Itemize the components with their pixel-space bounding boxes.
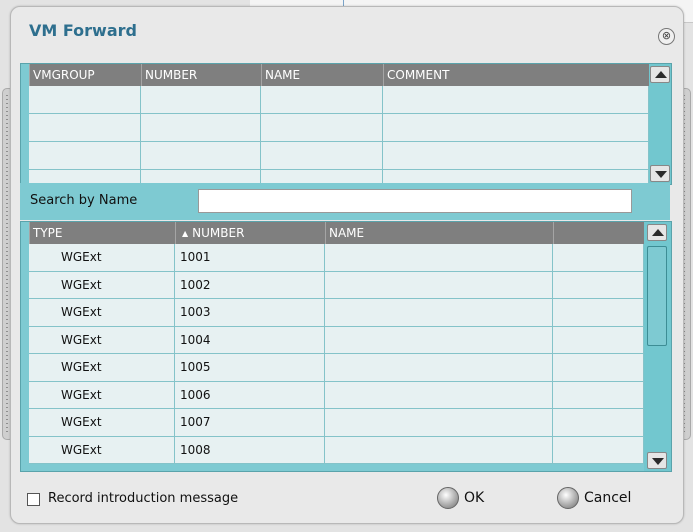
table-row[interactable] <box>29 142 649 170</box>
cancel-button-label: Cancel <box>584 490 632 506</box>
table-cell-extra <box>553 436 644 464</box>
record-intro-label[interactable]: Record introduction message <box>48 491 238 506</box>
close-icon[interactable]: ⊗ <box>658 28 675 45</box>
table-row[interactable]: WGExt 1003 <box>29 299 644 327</box>
extension-grid-scrollbar[interactable] <box>644 222 671 471</box>
column-header-number[interactable]: ▲ NUMBER <box>175 222 325 244</box>
table-cell-extra <box>553 299 644 326</box>
search-by-name-input[interactable] <box>198 189 632 213</box>
table-cell-number: 1005 <box>175 354 325 381</box>
table-cell-number: 1004 <box>175 326 325 354</box>
table-cell-name <box>325 354 553 381</box>
table-cell <box>141 86 261 113</box>
column-header-extra[interactable] <box>553 222 644 244</box>
column-header-number-label: NUMBER <box>192 226 245 240</box>
cancel-orb-icon <box>557 487 579 509</box>
scroll-up-icon[interactable] <box>650 66 670 83</box>
table-row[interactable]: WGExt 1004 <box>29 326 644 354</box>
table-cell-type: WGExt <box>29 381 175 409</box>
table-row[interactable] <box>29 114 649 142</box>
extension-grid: TYPE ▲ NUMBER NAME WGExt 1001 WGExt 1002 WGEx… <box>20 221 672 472</box>
vmgroup-grid: VMGROUP NUMBER NAME COMMENT <box>20 63 672 198</box>
table-cell-type: WGExt <box>29 326 175 354</box>
record-intro-checkbox[interactable] <box>27 493 40 506</box>
column-header-name[interactable]: NAME <box>261 64 383 86</box>
cancel-button[interactable]: Cancel <box>557 484 631 512</box>
column-header-comment[interactable]: COMMENT <box>383 64 649 86</box>
table-cell <box>261 142 383 169</box>
table-cell-name <box>325 299 553 326</box>
search-bar: Search by Name <box>20 183 670 220</box>
table-cell-name <box>325 436 553 464</box>
extension-grid-header: TYPE ▲ NUMBER NAME <box>29 222 644 244</box>
table-row[interactable]: WGExt 1006 <box>29 381 644 409</box>
dialog-title: VM Forward <box>29 21 137 40</box>
scroll-down-icon[interactable] <box>647 452 667 469</box>
table-cell-name <box>325 326 553 354</box>
column-header-vmgroup[interactable]: VMGROUP <box>29 64 141 86</box>
table-cell <box>141 142 261 169</box>
table-cell-name <box>325 244 553 271</box>
table-row[interactable]: WGExt 1005 <box>29 354 644 382</box>
table-cell-extra <box>553 381 644 409</box>
table-cell-number: 1002 <box>175 271 325 299</box>
table-cell-extra <box>553 326 644 354</box>
table-cell-extra <box>553 244 644 271</box>
ok-orb-icon <box>437 487 459 509</box>
column-header-number[interactable]: NUMBER <box>141 64 261 86</box>
scroll-up-icon[interactable] <box>647 224 667 241</box>
table-cell-type: WGExt <box>29 299 175 326</box>
search-by-name-label: Search by Name <box>30 193 138 208</box>
table-row[interactable]: WGExt 1008 <box>29 436 644 464</box>
ok-button[interactable]: OK <box>437 484 484 512</box>
table-cell-name <box>325 409 553 436</box>
table-cell-type: WGExt <box>29 354 175 381</box>
table-cell <box>29 142 141 169</box>
table-cell-number: 1006 <box>175 381 325 409</box>
table-cell-name <box>325 381 553 409</box>
table-cell <box>261 114 383 141</box>
window-shell: VM Forward ⊗ VMGROUP NUMBER NAME COMMENT… <box>0 0 693 532</box>
table-cell <box>383 86 649 113</box>
vmgroup-grid-header: VMGROUP NUMBER NAME COMMENT <box>29 64 649 86</box>
table-cell <box>29 114 141 141</box>
table-cell <box>141 114 261 141</box>
table-cell-extra <box>553 271 644 299</box>
table-row[interactable]: WGExt 1002 <box>29 271 644 299</box>
table-cell-type: WGExt <box>29 244 175 271</box>
scroll-down-icon[interactable] <box>650 165 670 182</box>
vmgroup-grid-scrollbar[interactable] <box>649 64 671 184</box>
sort-ascending-icon: ▲ <box>182 229 189 238</box>
table-cell-number: 1007 <box>175 409 325 436</box>
table-cell-number: 1008 <box>175 436 325 464</box>
scroll-thumb[interactable] <box>647 246 667 346</box>
table-cell <box>261 86 383 113</box>
table-cell-number: 1003 <box>175 299 325 326</box>
table-cell <box>29 86 141 113</box>
table-cell <box>383 142 649 169</box>
table-cell-type: WGExt <box>29 409 175 436</box>
table-row[interactable]: WGExt 1007 <box>29 409 644 437</box>
table-cell <box>383 114 649 141</box>
table-cell-type: WGExt <box>29 436 175 464</box>
table-cell-type: WGExt <box>29 271 175 299</box>
column-header-type[interactable]: TYPE <box>29 222 175 244</box>
column-header-name[interactable]: NAME <box>325 222 553 244</box>
table-cell-extra <box>553 354 644 381</box>
table-cell-name <box>325 271 553 299</box>
table-row[interactable]: WGExt 1001 <box>29 244 644 272</box>
ok-button-label: OK <box>464 490 485 506</box>
table-row[interactable] <box>29 86 649 114</box>
table-cell-number: 1001 <box>175 244 325 271</box>
table-cell-extra <box>553 409 644 436</box>
